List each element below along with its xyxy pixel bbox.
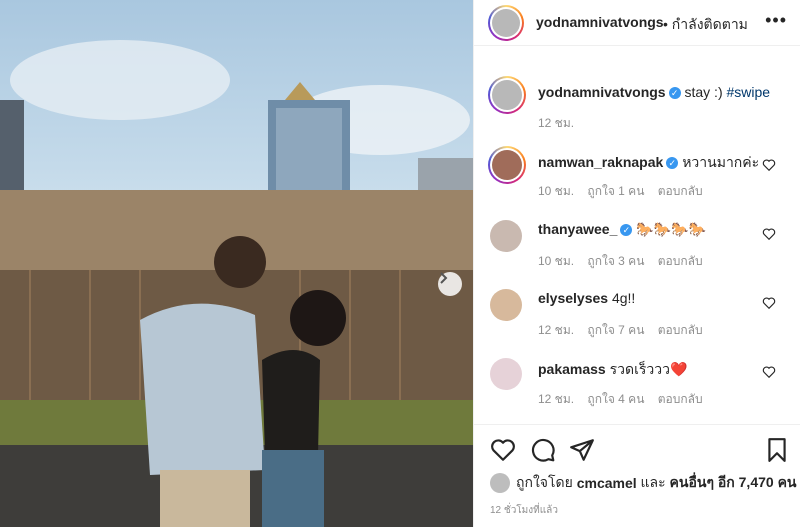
verified-badge-icon: ✓	[668, 87, 681, 100]
more-options-icon[interactable]: •••	[765, 11, 787, 29]
comment-time: 10 ชม.	[538, 254, 575, 268]
chevron-right-icon	[440, 272, 448, 284]
commenter-avatar[interactable]	[488, 146, 526, 184]
photo-illustration	[0, 40, 473, 527]
bookmark-icon[interactable]	[764, 437, 790, 463]
likes-mid: และ	[640, 474, 666, 490]
follow-status[interactable]: • กำลังติดตาม	[663, 14, 748, 36]
post-panel: yodnamnivatvongs • กำลังติดตาม ••• yodna…	[473, 0, 800, 527]
commenter-username[interactable]: namwan_raknapak	[538, 154, 663, 170]
commenter-avatar[interactable]	[490, 358, 522, 390]
heart-icon[interactable]	[490, 437, 516, 463]
comment-time: 12 ชม.	[538, 323, 575, 337]
reply-button[interactable]: ตอบกลับ	[658, 323, 703, 337]
author-avatar[interactable]	[488, 5, 524, 41]
reply-button[interactable]: ตอบกลับ	[658, 254, 703, 268]
author-username[interactable]: yodnamnivatvongs	[536, 14, 664, 30]
reply-button[interactable]: ตอบกลับ	[658, 184, 703, 198]
likes-summary: ถูกใจโดย cmcamel และ คนอื่นๆ อีก 7,470 ค…	[490, 473, 797, 493]
caption-username[interactable]: yodnamnivatvongs	[538, 84, 666, 100]
verified-badge-icon: ✓	[620, 224, 633, 237]
next-photo-button[interactable]	[438, 272, 462, 296]
comment-time: 12 ชม.	[538, 392, 575, 406]
caption-avatar[interactable]	[488, 76, 526, 114]
share-icon[interactable]	[569, 437, 595, 463]
post-header: yodnamnivatvongs • กำลังติดตาม •••	[474, 0, 800, 46]
comment-icon[interactable]	[530, 437, 556, 463]
comment-heart-icon[interactable]	[762, 365, 776, 379]
commenter-username[interactable]: elyselyses	[538, 290, 608, 306]
commenter-avatar[interactable]	[490, 289, 522, 321]
comment-likes[interactable]: ถูกใจ 4 คน	[587, 392, 644, 406]
commenter-username[interactable]: pakamass	[538, 361, 606, 377]
caption-text: stay :)	[684, 84, 723, 100]
post-photo[interactable]	[0, 0, 473, 527]
comment-likes[interactable]: ถูกใจ 1 คน	[587, 184, 644, 198]
commenter-username[interactable]: thanyawee_	[538, 221, 617, 237]
comment-heart-icon[interactable]	[762, 158, 776, 172]
comment-text: หวานมากค่ะ	[682, 154, 760, 170]
comment-likes[interactable]: ถูกใจ 3 คน	[587, 254, 644, 268]
likes-others[interactable]: คนอื่นๆ อีก 7,470 คน	[670, 472, 797, 494]
action-bar: ถูกใจโดย cmcamel และ คนอื่นๆ อีก 7,470 ค…	[474, 424, 800, 527]
post-timestamp[interactable]: 12 ชั่วโมงที่แล้ว	[490, 503, 558, 518]
verified-badge-icon: ✓	[666, 157, 679, 170]
commenter-avatar[interactable]	[490, 220, 522, 252]
comment-heart-icon[interactable]	[762, 227, 776, 241]
likes-prefix: ถูกใจโดย	[516, 474, 573, 490]
liker-username[interactable]: cmcamel	[577, 475, 637, 491]
liker-avatar[interactable]	[490, 473, 510, 493]
comment-text: 🐎🐎🐎🐎	[636, 221, 706, 237]
hashtag-link[interactable]: #swipe	[727, 84, 771, 100]
comment-likes[interactable]: ถูกใจ 7 คน	[587, 323, 644, 337]
comment-text: 4g!!	[611, 290, 636, 306]
comment-heart-icon[interactable]	[762, 296, 776, 310]
comment-time: 10 ชม.	[538, 184, 575, 198]
comment-text: รวดเร็ววว❤️	[609, 361, 688, 377]
caption-time: 12 ชม.	[538, 116, 575, 130]
post-viewer: yodnamnivatvongs • กำลังติดตาม ••• yodna…	[0, 0, 800, 527]
reply-button[interactable]: ตอบกลับ	[658, 392, 703, 406]
